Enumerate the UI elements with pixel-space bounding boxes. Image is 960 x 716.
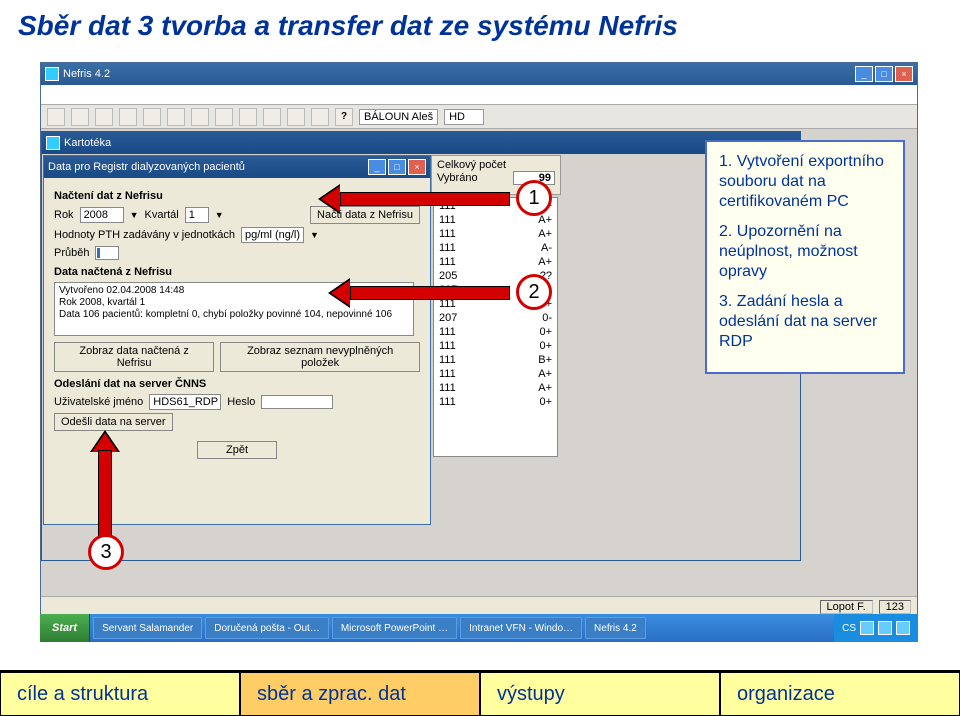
system-tray: CS [834, 614, 918, 642]
callout-label-3: 3 [88, 534, 124, 570]
pass-label: Heslo [227, 396, 255, 408]
nav-next-icon[interactable] [95, 108, 113, 126]
copy-icon[interactable] [215, 108, 233, 126]
list-item[interactable]: 111A+ [435, 381, 556, 395]
pth-label: Hodnoty PTH zadávány v jednotkách [54, 229, 235, 241]
user-label: Uživatelské jméno [54, 396, 143, 408]
send-data-button[interactable]: Odešli data na server [54, 413, 173, 431]
screenshot-area: Nefris 4.2 _ □ × ? BÁLOUN Aleš HD [40, 62, 918, 642]
footer-tab-org[interactable]: organizace [720, 672, 960, 716]
kvartal-label: Kvartál [144, 209, 178, 221]
undo-icon[interactable] [167, 108, 185, 126]
taskbar-item[interactable]: Doručená pošta - Out… [205, 617, 329, 639]
footer-tab-goals[interactable]: cíle a struktura [0, 672, 240, 716]
rok-label: Rok [54, 209, 74, 221]
list-item[interactable]: 2070- [435, 311, 556, 325]
dialog-close-button[interactable]: × [408, 159, 426, 175]
arrow-1 [340, 192, 510, 206]
status-user: Lopot F. [820, 600, 873, 614]
callout-item-1: 1. Vytvoření exportního souboru dat na c… [719, 152, 891, 212]
nav-prev-icon[interactable] [71, 108, 89, 126]
list-item[interactable]: 1110+ [435, 395, 556, 409]
cancel-icon[interactable] [191, 108, 209, 126]
maximize-button[interactable]: □ [875, 66, 893, 82]
dialog-titlebar: Data pro Registr dialyzovaných pacientů … [44, 156, 430, 178]
close-button[interactable]: × [895, 66, 913, 82]
selected-label: Vybráno [437, 172, 478, 184]
pth-unit-input[interactable]: pg/ml (ng/l) [241, 227, 304, 243]
rok-input[interactable]: 2008 [80, 207, 124, 223]
progress-bar [95, 246, 119, 260]
progress-label: Průběh [54, 247, 89, 259]
kvartal-input[interactable]: 1 [185, 207, 209, 223]
patient-list[interactable]: 111B+111A+111A+111A-111A+205??207AB-1110… [433, 197, 558, 457]
help-icon[interactable]: ? [335, 108, 353, 126]
kartoteka-icon [46, 136, 60, 150]
paste-icon[interactable] [239, 108, 257, 126]
callout-label-2: 2 [516, 274, 552, 310]
window-buttons: _ □ × [855, 66, 913, 82]
app-icon [45, 67, 59, 81]
show-missing-button[interactable]: Zobraz seznam nevyplněných položek [220, 342, 420, 372]
section-loaded: Data načtená z Nefrisu [54, 266, 420, 278]
dialog-maximize-button[interactable]: □ [388, 159, 406, 175]
footer-tab-outputs[interactable]: výstupy [480, 672, 720, 716]
save-icon[interactable] [143, 108, 161, 126]
callout-box: 1. Vytvoření exportního souboru dat na c… [705, 140, 905, 374]
toolbar: ? BÁLOUN Aleš HD [41, 105, 917, 129]
tray-icon[interactable] [896, 621, 910, 635]
kartoteka-titlebar: Kartotéka [42, 132, 800, 154]
callout-item-2: 2. Upozornění na neúplnost, možnost opra… [719, 222, 891, 282]
list-item[interactable]: 111A+ [435, 255, 556, 269]
list-item[interactable]: 111B+ [435, 353, 556, 367]
patient-name-field[interactable]: BÁLOUN Aleš [359, 109, 438, 125]
tray-icon[interactable] [860, 621, 874, 635]
footer-tabs: cíle a struktura sběr a zprac. dat výstu… [0, 670, 960, 716]
minimize-button[interactable]: _ [855, 66, 873, 82]
callout-item-3: 3. Zadání hesla a odeslání dat na server… [719, 292, 891, 352]
taskbar-item[interactable]: Servant Salamander [93, 617, 202, 639]
taskbar-item[interactable]: Microsoft PowerPoint … [332, 617, 457, 639]
status-bar: Lopot F. 123 [41, 596, 917, 616]
dialog-minimize-button[interactable]: _ [368, 159, 386, 175]
arrow-2 [350, 286, 510, 300]
start-button[interactable]: Start [40, 614, 90, 642]
tool-icon-2[interactable] [311, 108, 329, 126]
slide-title: Sběr dat 3 tvorba a transfer dat ze syst… [0, 0, 960, 48]
list-item[interactable]: 111A+ [435, 367, 556, 381]
dialog-title: Data pro Registr dialyzovaných pacientů [48, 161, 245, 173]
app-titlebar: Nefris 4.2 _ □ × [41, 63, 917, 85]
mode-field[interactable]: HD [444, 109, 484, 125]
pass-input[interactable] [261, 395, 333, 409]
menubar [41, 85, 917, 105]
nav-last-icon[interactable] [119, 108, 137, 126]
taskbar: Start Servant SalamanderDoručená pošta -… [40, 614, 918, 642]
list-item[interactable]: 111A+ [435, 227, 556, 241]
taskbar-item[interactable]: Nefris 4.2 [585, 617, 646, 639]
print-icon[interactable] [263, 108, 281, 126]
show-loaded-button[interactable]: Zobraz data načtená z Nefrisu [54, 342, 214, 372]
app-title: Nefris 4.2 [63, 68, 110, 80]
list-item[interactable]: 111A- [435, 241, 556, 255]
tray-icon[interactable] [878, 621, 892, 635]
kartoteka-title: Kartotéka [64, 137, 111, 149]
total-label: Celkový počet [437, 159, 506, 171]
log-line-3: Data 106 pacientů: kompletní 0, chybí po… [59, 309, 409, 321]
tool-icon[interactable] [287, 108, 305, 126]
list-item[interactable]: 1110+ [435, 339, 556, 353]
user-input[interactable]: HDS61_RDP [149, 394, 221, 410]
footer-tab-data[interactable]: sběr a zprac. dat [240, 672, 480, 716]
status-number: 123 [879, 600, 911, 614]
nav-first-icon[interactable] [47, 108, 65, 126]
section-send: Odeslání dat na server ČNNS [54, 378, 420, 390]
back-button[interactable]: Zpět [197, 441, 277, 459]
lang-indicator[interactable]: CS [842, 623, 856, 634]
taskbar-item[interactable]: Intranet VFN - Windo… [460, 617, 582, 639]
callout-label-1: 1 [516, 180, 552, 216]
list-item[interactable]: 1110+ [435, 325, 556, 339]
